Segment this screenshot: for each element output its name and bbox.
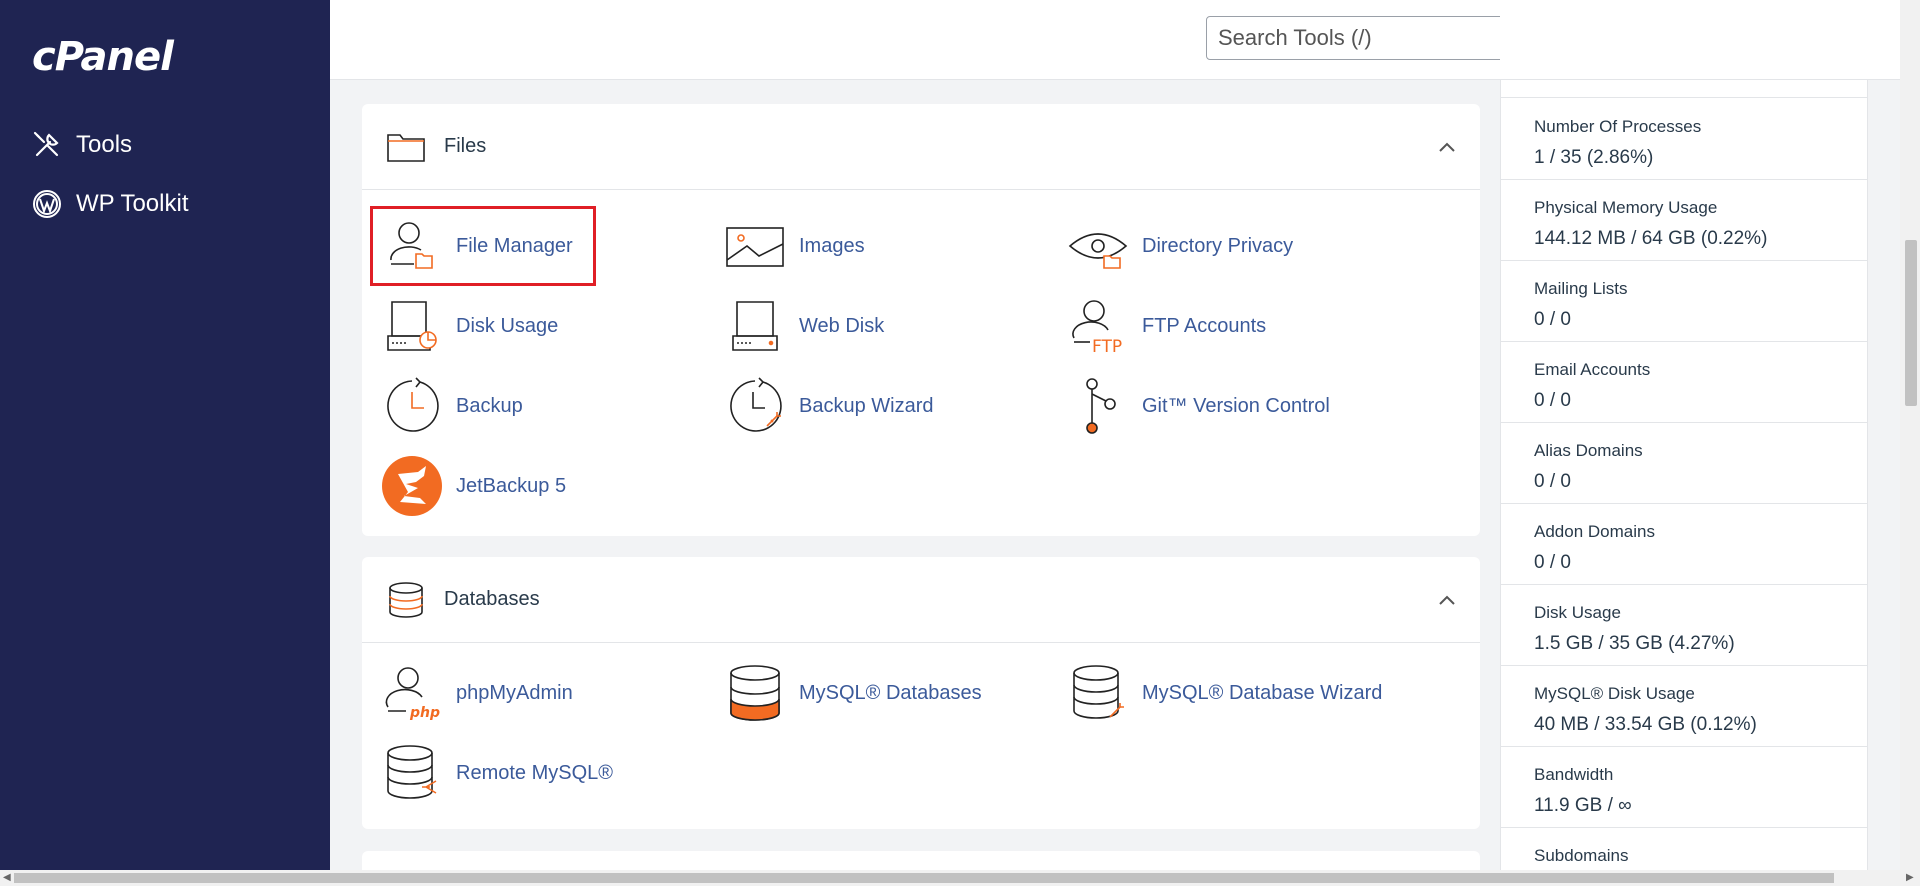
tool-label: MySQL® Databases (799, 681, 982, 704)
tool-label: Remote MySQL® (456, 761, 614, 784)
folder-icon (387, 133, 425, 162)
image-icon (726, 227, 784, 267)
stat-value: 0 / 0 (1534, 309, 1571, 330)
stat-name: Disk Usage (1534, 603, 1621, 622)
tool-images[interactable]: Images (725, 216, 865, 276)
vertical-scroll-thumb[interactable] (1905, 240, 1917, 406)
stat-item: MySQL® Disk Usage 40 MB / 33.54 GB (0.12… (1501, 666, 1867, 747)
chevron-up-icon[interactable] (1436, 136, 1458, 158)
vertical-scrollbar[interactable] (1900, 0, 1920, 870)
stat-value: 0 / 0 (1534, 471, 1571, 492)
databases-panel: Databases php phpMyAdmin MySQL® Database… (362, 557, 1480, 829)
stat-item: Number Of Processes 1 / 35 (2.86%) (1501, 99, 1867, 180)
tool-label: phpMyAdmin (456, 681, 573, 704)
remote-mysql-icon (387, 745, 437, 799)
tool-phpmyadmin[interactable]: php phpMyAdmin (382, 663, 573, 723)
tools-icon (33, 131, 59, 157)
panel-title: Databases (444, 588, 540, 610)
ftp-user-icon: FTP (1072, 300, 1122, 356)
panel-title: Files (444, 135, 487, 157)
stat-item: Subdomains (1501, 828, 1867, 870)
jetbackup-icon (382, 456, 442, 516)
tool-label: Backup (456, 394, 523, 417)
mysql-database-icon (730, 665, 780, 721)
stat-name: Bandwidth (1534, 765, 1614, 784)
tool-remote-mysql[interactable]: Remote MySQL® (382, 743, 613, 803)
database-icon (389, 581, 423, 618)
tool-file-manager[interactable]: File Manager (382, 216, 573, 276)
stat-item: Addon Domains 0 / 0 (1501, 504, 1867, 585)
tool-label: Git™ Version Control (1142, 394, 1330, 417)
stat-name: Subdomains (1534, 846, 1629, 865)
tool-ftp-accounts[interactable]: FTP FTP Accounts (1068, 296, 1266, 356)
sidebar-item-wp-toolkit[interactable]: WP Toolkit (32, 189, 189, 219)
tool-web-disk[interactable]: Web Disk (725, 296, 884, 356)
tool-git-version-control[interactable]: Git™ Version Control (1068, 376, 1330, 436)
stats-panel: Number Of Processes 1 / 35 (2.86%) Physi… (1500, 0, 1868, 870)
eye-folder-icon (1068, 233, 1128, 269)
stat-value: 144.12 MB / 64 GB (0.22%) (1534, 228, 1768, 249)
tool-label: FTP Accounts (1142, 314, 1267, 337)
header-overlay (1500, 0, 1868, 80)
scroll-left-arrow-icon[interactable]: ◀ (3, 872, 11, 883)
stat-item: Mailing Lists 0 / 0 (1501, 261, 1867, 342)
horizontal-scrollbar[interactable]: ◀ ▶ (0, 870, 1920, 886)
databases-panel-header[interactable]: Databases (362, 557, 1480, 643)
stat-name: MySQL® Disk Usage (1534, 684, 1695, 703)
stat-name: Number Of Processes (1534, 117, 1702, 136)
sidebar-item-label: Tools (76, 131, 133, 158)
stat-item: Physical Memory Usage 144.12 MB / 64 GB … (1501, 180, 1867, 261)
tool-mysql-database-wizard[interactable]: MySQL® Database Wizard (1068, 663, 1382, 723)
git-branch-icon (1086, 378, 1116, 434)
chevron-up-icon[interactable] (1436, 589, 1458, 611)
mysql-wizard-icon (1073, 665, 1124, 719)
file-manager-icon (390, 222, 433, 269)
tool-label: Disk Usage (456, 314, 559, 337)
disk-usage-icon (387, 301, 437, 351)
stat-name: Mailing Lists (1534, 279, 1628, 298)
stat-value: 1 / 35 (2.86%) (1534, 147, 1654, 168)
cpanel-logo[interactable]: cPanel (32, 34, 174, 80)
files-panel-header[interactable]: Files (362, 104, 1480, 190)
stat-item: Email Accounts 0 / 0 (1501, 342, 1867, 423)
stat-value: 1.5 GB / 35 GB (4.27%) (1534, 633, 1735, 654)
backup-clock-icon (387, 377, 439, 432)
sidebar: cPanel Tools WP Toolkit (0, 0, 330, 870)
tool-label: Web Disk (799, 314, 885, 337)
tool-directory-privacy[interactable]: Directory Privacy (1068, 216, 1293, 276)
stat-item: Alias Domains 0 / 0 (1501, 423, 1867, 504)
horizontal-scroll-thumb[interactable] (14, 873, 1834, 883)
phpmyadmin-icon: php (385, 667, 440, 721)
stat-item: Bandwidth 11.9 GB / ∞ (1501, 747, 1867, 828)
tool-label: Images (799, 234, 865, 257)
tool-mysql-databases[interactable]: MySQL® Databases (725, 663, 982, 723)
wordpress-icon (33, 190, 61, 218)
tool-backup-wizard[interactable]: Backup Wizard (725, 376, 934, 436)
web-disk-icon (732, 301, 778, 351)
sidebar-item-label: WP Toolkit (76, 190, 189, 217)
stat-value: 0 / 0 (1534, 390, 1571, 411)
tool-jetbackup[interactable]: JetBackup 5 (382, 456, 566, 516)
tool-label: Directory Privacy (1142, 234, 1294, 257)
tool-label: JetBackup 5 (456, 474, 567, 497)
stat-value: 40 MB / 33.54 GB (0.12%) (1534, 714, 1757, 735)
stat-name: Alias Domains (1534, 441, 1643, 460)
tool-label: Backup Wizard (799, 394, 934, 417)
scroll-right-arrow-icon[interactable]: ▶ (1906, 872, 1914, 883)
stat-value: 11.9 GB / ∞ (1534, 795, 1632, 816)
stat-name: Email Accounts (1534, 360, 1651, 379)
tool-disk-usage[interactable]: Disk Usage (382, 296, 558, 356)
svg-text:FTP: FTP (1092, 337, 1122, 356)
tool-label: MySQL® Database Wizard (1142, 681, 1383, 704)
svg-text:php: php (409, 705, 440, 721)
files-panel: Files File Manager Images Directory Priv… (362, 104, 1480, 536)
tool-backup[interactable]: Backup (382, 376, 523, 436)
tool-label: File Manager (456, 234, 573, 257)
sidebar-item-tools[interactable]: Tools (32, 130, 132, 160)
stat-item: Disk Usage 1.5 GB / 35 GB (4.27%) (1501, 585, 1867, 666)
stat-name: Addon Domains (1534, 522, 1655, 541)
stat-value: 0 / 0 (1534, 552, 1571, 573)
backup-wizard-icon (730, 377, 782, 432)
stat-name: Physical Memory Usage (1534, 198, 1718, 217)
